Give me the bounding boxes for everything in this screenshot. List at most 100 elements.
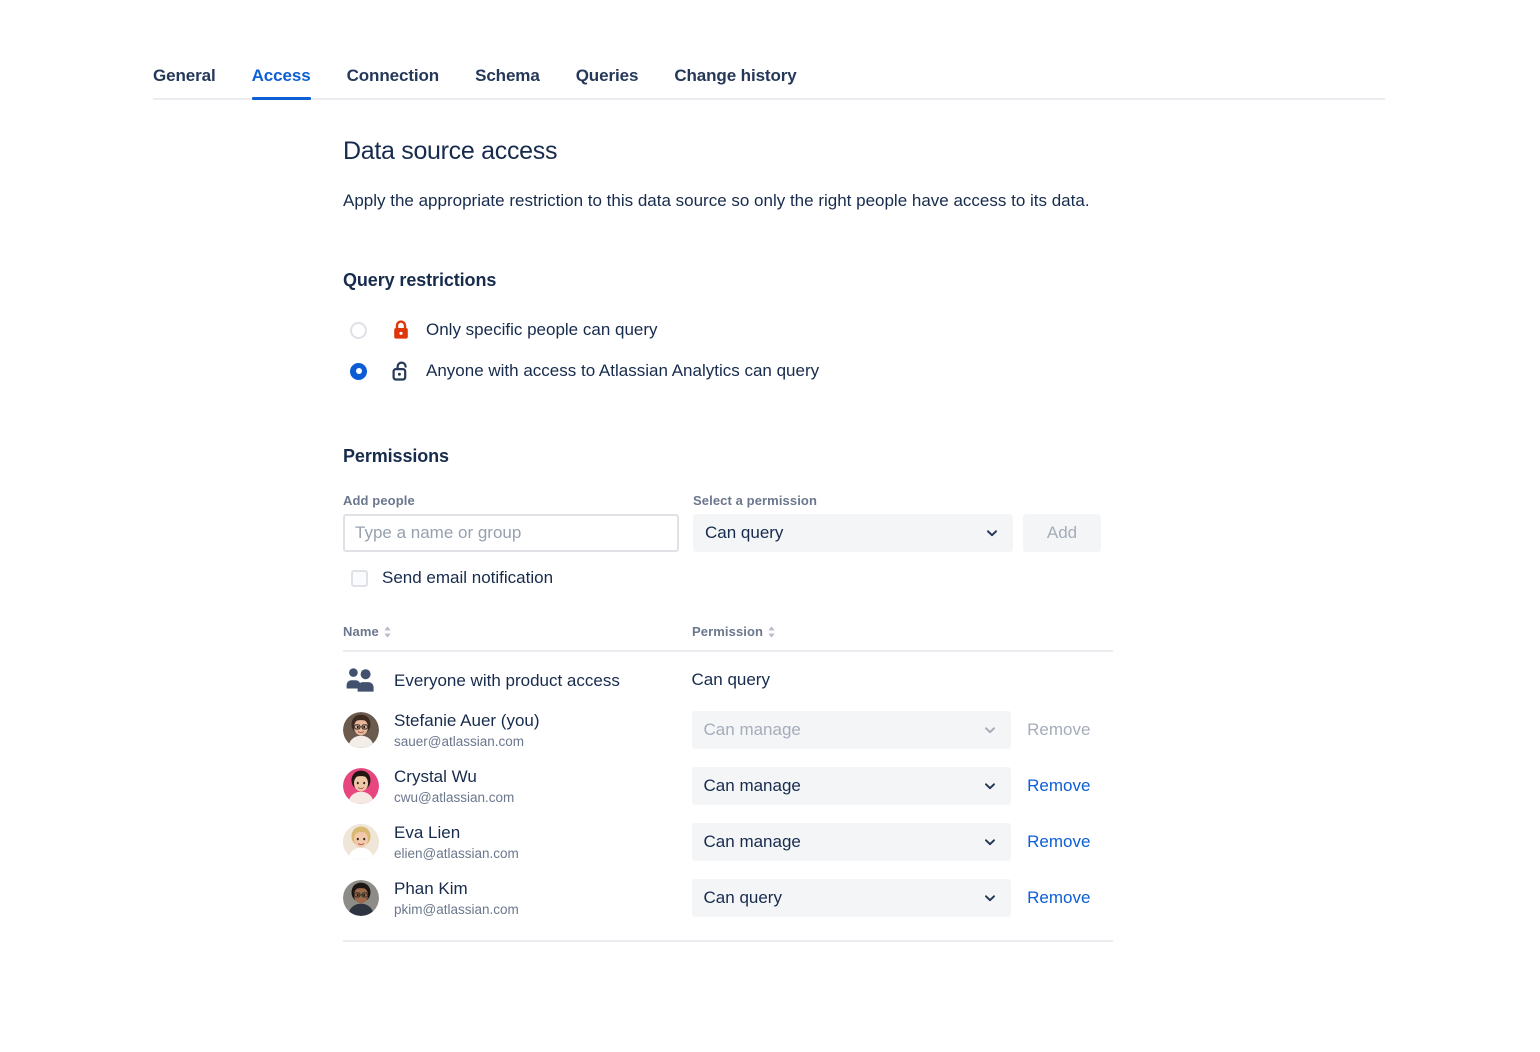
send-email-notification-row[interactable]: Send email notification [343, 568, 1133, 588]
select-permission-value: Can query [705, 523, 783, 543]
permissions-section: Permissions Add people Select a permissi… [343, 446, 1133, 942]
user-name: Phan Kim [394, 878, 519, 899]
add-people-form: Add people Select a permission Can query… [343, 493, 1133, 552]
permission-value: Can manage [704, 832, 801, 852]
name-cell: Phan Kim pkim@atlassian.com [343, 878, 692, 919]
user-identity: Phan Kim pkim@atlassian.com [394, 878, 519, 919]
radio-selected[interactable] [350, 363, 367, 380]
group-people-icon [343, 662, 379, 698]
permissions-title: Permissions [343, 446, 1133, 467]
group-name: Everyone with product access [394, 670, 620, 691]
tab-change-history[interactable]: Change history [674, 60, 796, 100]
table-row: Crystal Wu cwu@atlassian.com Can manage … [343, 758, 1113, 814]
user-identity: Crystal Wu cwu@atlassian.com [394, 766, 514, 807]
add-people-input[interactable] [343, 514, 679, 552]
select-permission-dropdown[interactable]: Can query [693, 514, 1013, 552]
user-name: Crystal Wu [394, 766, 514, 787]
user-email: cwu@atlassian.com [394, 789, 514, 807]
user-email: pkim@atlassian.com [394, 901, 519, 919]
sort-icon [767, 625, 776, 639]
permission-dropdown[interactable]: Can manage [692, 767, 1012, 805]
permissions-table-header: Name Permission [343, 624, 1113, 652]
avatar [343, 824, 379, 860]
action-cell: Remove [1027, 888, 1113, 908]
remove-button[interactable]: Remove [1027, 888, 1090, 908]
permission-dropdown[interactable]: Can manage [692, 823, 1012, 861]
query-restriction-label: Only specific people can query [426, 320, 658, 340]
permission-cell: Can manage [692, 711, 1012, 749]
remove-button: Remove [1027, 720, 1090, 740]
select-permission-field-group: Select a permission Can query [693, 493, 1013, 552]
tab-connection[interactable]: Connection [347, 60, 440, 100]
tab-schema[interactable]: Schema [475, 60, 540, 100]
add-people-label: Add people [343, 493, 679, 508]
add-button[interactable]: Add [1023, 514, 1101, 552]
avatar [343, 768, 379, 804]
lock-closed-icon [390, 319, 412, 341]
remove-button[interactable]: Remove [1027, 776, 1090, 796]
add-people-field-group: Add people [343, 493, 679, 552]
user-identity: Stefanie Auer (you) sauer@atlassian.com [394, 710, 540, 751]
name-cell: Stefanie Auer (you) sauer@atlassian.com [343, 710, 692, 751]
tab-queries[interactable]: Queries [576, 60, 639, 100]
add-button-group: Add [1023, 514, 1101, 552]
group-identity: Everyone with product access [394, 670, 620, 691]
user-name: Stefanie Auer (you) [394, 710, 540, 731]
radio-unselected[interactable] [350, 322, 367, 339]
data-source-access-page: General Access Connection Schema Queries Chan… [0, 0, 1540, 1052]
name-cell: Eva Lien elien@atlassian.com [343, 822, 692, 863]
page-title: Data source access [343, 136, 1133, 166]
send-email-checkbox[interactable] [351, 570, 368, 587]
permission-cell: Can manage [692, 823, 1012, 861]
column-header-permission-label: Permission [692, 624, 763, 639]
column-header-name[interactable]: Name [343, 624, 692, 639]
permission-value: Can query [692, 670, 770, 689]
permission-dropdown[interactable]: Can query [692, 879, 1012, 917]
lock-closed-icon [391, 319, 411, 341]
page-description: Apply the appropriate restriction to thi… [343, 188, 1111, 214]
permissions-table-body: Everyone with product access Can query S… [343, 652, 1113, 926]
query-restriction-label: Anyone with access to Atlassian Analytic… [426, 361, 819, 381]
send-email-label: Send email notification [382, 568, 553, 588]
table-row: Eva Lien elien@atlassian.com Can manage … [343, 814, 1113, 870]
column-header-name-label: Name [343, 624, 379, 639]
permissions-table: Name Permission [343, 624, 1113, 942]
action-cell: Remove [1027, 776, 1113, 796]
query-restrictions-title: Query restrictions [343, 270, 1133, 291]
permission-value: Can manage [704, 776, 801, 796]
table-row: Everyone with product access Can query [343, 652, 1113, 702]
lock-open-icon [391, 360, 411, 382]
user-email: elien@atlassian.com [394, 845, 519, 863]
permission-dropdown: Can manage [692, 711, 1012, 749]
remove-button[interactable]: Remove [1027, 832, 1090, 852]
user-name: Eva Lien [394, 822, 519, 843]
settings-tabbar: General Access Connection Schema Queries Chan… [153, 60, 1385, 100]
name-cell: Everyone with product access [343, 662, 692, 698]
chevron-down-icon [985, 526, 999, 540]
user-identity: Eva Lien elien@atlassian.com [394, 822, 519, 863]
permission-cell: Can query [692, 670, 1012, 690]
query-restrictions-section: Query restrictions Only specific people … [343, 270, 1133, 388]
tab-access[interactable]: Access [252, 60, 311, 100]
table-row: Stefanie Auer (you) sauer@atlassian.com … [343, 702, 1113, 758]
action-cell: Remove [1027, 720, 1113, 740]
name-cell: Crystal Wu cwu@atlassian.com [343, 766, 692, 807]
permission-value: Can query [704, 888, 782, 908]
action-cell: Remove [1027, 832, 1113, 852]
content-column: Data source access Apply the appropriate… [343, 136, 1133, 942]
permission-cell: Can manage [692, 767, 1012, 805]
query-restriction-option-1[interactable]: Anyone with access to Atlassian Analytic… [343, 354, 1133, 388]
chevron-down-icon [983, 835, 997, 849]
avatar [343, 880, 379, 916]
group-people-icon [346, 667, 376, 693]
chevron-down-icon [983, 779, 997, 793]
query-restriction-option-0[interactable]: Only specific people can query [343, 313, 1133, 347]
user-email: sauer@atlassian.com [394, 733, 540, 751]
permission-value: Can manage [704, 720, 801, 740]
tab-general[interactable]: General [153, 60, 216, 100]
sort-icon [383, 625, 392, 639]
select-permission-label: Select a permission [693, 493, 1013, 508]
column-header-permission[interactable]: Permission [692, 624, 776, 639]
lock-open-icon [390, 360, 412, 382]
permission-cell: Can query [692, 879, 1012, 917]
